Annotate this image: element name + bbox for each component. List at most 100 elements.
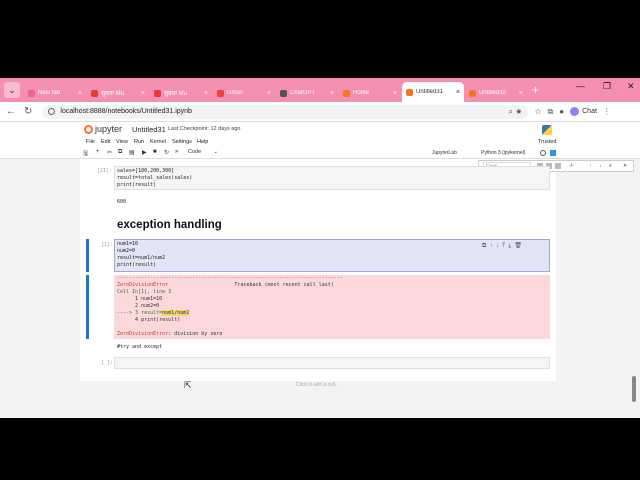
add-cell-hint[interactable]: Click to add a cell. xyxy=(296,382,337,388)
reload-icon[interactable]: ↻ xyxy=(24,106,32,117)
fast-forward-icon[interactable]: » xyxy=(175,149,178,155)
browser-tab[interactable]: सुवारा Mu × xyxy=(87,84,149,102)
code-line: sales=[100,200,300] xyxy=(117,168,175,174)
jupyter-logo[interactable]: jupyter xyxy=(84,124,122,134)
close-tab-icon[interactable]: × xyxy=(204,90,208,97)
jupyterlab-link[interactable]: JupyterLab xyxy=(432,150,457,156)
menu-kernel[interactable]: Kernel xyxy=(150,139,166,145)
move-down-icon[interactable]: ↓ xyxy=(496,243,499,249)
notebook-name[interactable]: Untitled31 xyxy=(132,125,166,134)
code-input[interactable]: sales=[100,200,300] result=total_sales(s… xyxy=(117,168,192,189)
browser-window: ⌄ New tab × सुवारा Mu × सुवारा Mu × Gmail × Chat… xyxy=(0,78,640,418)
bookmark-icon[interactable]: ☆ xyxy=(534,107,541,116)
tab-favicon-icon xyxy=(406,88,413,96)
traceback-dash: ----------------------------------------… xyxy=(117,275,343,281)
kernel-status-icon xyxy=(540,150,546,156)
new-tab-icon[interactable]: + xyxy=(532,83,539,97)
tab-favicon-icon xyxy=(217,89,224,97)
close-tab-icon[interactable]: × xyxy=(78,90,82,97)
duplicate-cell-icon[interactable]: ⧉ xyxy=(482,243,486,249)
url-input[interactable]: localhost:8888/notebooks/Untitled31.ipyn… xyxy=(42,104,529,119)
save-icon[interactable]: 🖫 xyxy=(83,149,88,159)
output-bar[interactable] xyxy=(86,275,89,339)
paste-icon[interactable]: ▤ xyxy=(129,149,135,156)
traceback-arrow: ----> 3 result= xyxy=(117,310,163,316)
prev-match-icon[interactable]: ↑ xyxy=(589,163,592,169)
selection-icon[interactable]: ≡ xyxy=(609,163,612,169)
browser-tab[interactable]: सुवारा Mu × xyxy=(150,84,212,102)
insert-below-icon[interactable]: ⤓ xyxy=(508,243,511,249)
close-find-icon[interactable]: ✕ xyxy=(623,163,627,169)
close-tab-icon[interactable]: × xyxy=(456,89,460,96)
selected-cell-bar[interactable] xyxy=(86,239,89,272)
final-error-msg: : division by zero xyxy=(168,331,223,337)
back-icon[interactable]: ← xyxy=(6,106,16,117)
jupyter-logo-icon xyxy=(84,124,93,134)
browser-tab[interactable]: Untitled32 × xyxy=(465,84,527,102)
tab-title: Untitled31 xyxy=(416,89,444,95)
tab-search-icon[interactable]: ⌄ xyxy=(4,82,20,98)
cell-type-select[interactable]: Code ⌄ xyxy=(188,149,218,155)
tab-title: Home xyxy=(353,90,370,96)
minimize-icon[interactable]: — xyxy=(576,81,585,91)
final-error-name: ZeroDivisionError xyxy=(117,331,169,337)
more-menu-icon[interactable]: ⋮ xyxy=(603,107,611,116)
close-tab-icon[interactable]: × xyxy=(267,90,271,97)
menu-file[interactable]: File xyxy=(86,139,95,145)
browser-tab[interactable]: Untitled31 × xyxy=(402,82,464,102)
word-toggle-icon[interactable] xyxy=(555,163,561,169)
scrollbar-thumb[interactable] xyxy=(632,376,636,402)
profile-icon[interactable]: ● xyxy=(559,107,564,116)
close-tab-icon[interactable]: × xyxy=(393,90,397,97)
jupyter-logo-text: jupyter xyxy=(95,124,123,134)
menu-run[interactable]: Run xyxy=(134,139,144,145)
close-tab-icon[interactable]: × xyxy=(519,90,523,97)
browser-tab[interactable]: ChatGPT × xyxy=(276,84,338,102)
next-match-icon[interactable]: ↓ xyxy=(599,163,602,169)
maximize-icon[interactable]: ❐ xyxy=(603,81,611,92)
menu-view[interactable]: View xyxy=(116,139,128,145)
browser-tab[interactable]: Home × xyxy=(339,84,401,102)
close-tab-icon[interactable]: × xyxy=(141,90,145,97)
copy-icon[interactable]: ⧉ xyxy=(118,149,122,156)
menu-help[interactable]: Help xyxy=(197,139,208,145)
insert-above-icon[interactable]: ⤒ xyxy=(502,243,505,249)
find-count: -/- xyxy=(569,163,574,169)
tab-favicon-icon xyxy=(154,89,161,97)
cell-toolbar: ⧉ ↑ ↓ ⤒ ⤓ 🗑 xyxy=(482,242,522,250)
cell-type-value: Code xyxy=(188,149,202,155)
move-up-icon[interactable]: ↑ xyxy=(490,243,493,249)
browser-tab[interactable]: New tab × xyxy=(24,84,86,102)
restart-icon[interactable]: ↻ xyxy=(164,149,169,156)
chat-button[interactable]: Chat xyxy=(570,107,597,116)
tab-favicon-icon xyxy=(280,89,287,97)
stop-icon[interactable]: ■ xyxy=(153,149,157,155)
cell-prompt: [ ]: xyxy=(101,360,114,366)
markdown-heading[interactable]: exception handling xyxy=(117,219,222,231)
extensions-icon[interactable]: ⧉ xyxy=(548,107,554,117)
close-tab-icon[interactable]: × xyxy=(330,90,334,97)
cell-prompt: [1]: xyxy=(101,242,114,248)
menu-settings[interactable]: Settings xyxy=(172,139,192,145)
run-icon[interactable]: ▶ xyxy=(142,149,147,156)
cut-icon[interactable]: ✂ xyxy=(107,149,112,156)
address-bar: ← ↻ localhost:8888/notebooks/Untitled31.… xyxy=(0,102,640,122)
zoom-search-icon[interactable]: ⌕ ★ xyxy=(509,107,523,117)
chat-label: Chat xyxy=(582,108,597,115)
tab-title: Untitled32 xyxy=(479,90,507,96)
markdown-text[interactable]: #try and except xyxy=(117,344,162,350)
add-cell-icon[interactable]: + xyxy=(96,149,100,155)
menu-edit[interactable]: Edit xyxy=(101,139,110,145)
tab-favicon-icon xyxy=(343,89,350,97)
code-input[interactable]: num1=10 num2=0 result=num1/num2 print(re… xyxy=(117,241,165,269)
site-info-icon[interactable] xyxy=(48,108,56,115)
close-window-icon[interactable]: ✕ xyxy=(627,81,635,92)
palette-icon[interactable] xyxy=(550,150,556,156)
delete-cell-icon[interactable]: 🗑 xyxy=(514,243,522,249)
traceback-line: 2 num2=0 xyxy=(117,303,160,309)
browser-tab[interactable]: Gmail × xyxy=(213,84,275,102)
trusted-status: Trusted xyxy=(538,139,557,145)
kernel-name[interactable]: Python 3 (ipykernel) xyxy=(481,150,525,156)
menu-bar: File Edit View Run Kernel Settings Help … xyxy=(0,138,640,148)
empty-code-cell[interactable] xyxy=(114,357,550,369)
